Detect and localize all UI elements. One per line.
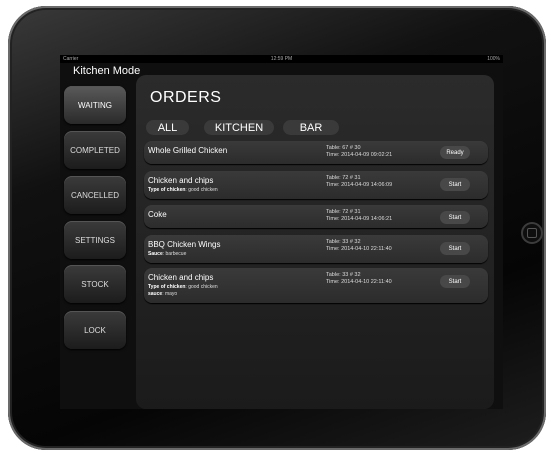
option-value: : mayo — [162, 291, 178, 297]
option-value: : good chicken — [185, 284, 218, 290]
sidebar-item-stock[interactable]: STOCK — [64, 265, 126, 303]
order-item-name: Chicken and chips — [148, 273, 214, 282]
order-meta: Table: 33 # 32 Time: 2014-04-10 22:11:40 — [326, 272, 392, 286]
tab-kitchen[interactable]: KITCHEN — [204, 120, 274, 135]
start-button[interactable]: Start — [440, 178, 470, 191]
order-table: Table: 72 # 31 — [326, 175, 361, 181]
sidebar-item-lock[interactable]: LOCK — [64, 311, 126, 349]
order-time: Time: 2014-04-09 09:02:21 — [326, 152, 393, 158]
option-key: sauce — [148, 291, 163, 297]
page-title: ORDERS — [150, 89, 222, 106]
ready-button[interactable]: Ready — [440, 146, 470, 159]
start-button[interactable]: Start — [440, 242, 470, 255]
order-table: Table: 33 # 32 — [326, 239, 361, 245]
option-key: Sauce — [148, 251, 163, 257]
order-meta: Table: 72 # 31 Time: 2014-04-09 14:06:09 — [326, 175, 392, 189]
sidebar-item-waiting[interactable]: WAITING — [64, 86, 126, 124]
option-key: Type of chicken — [148, 284, 186, 290]
order-row[interactable]: BBQ Chicken Wings Sauce: barbecue Table:… — [144, 235, 488, 263]
order-option: Sauce: barbecue — [148, 251, 186, 257]
order-row[interactable]: Coke Table: 72 # 31 Time: 2014-04-09 14:… — [144, 205, 488, 228]
order-option: sauce: mayo — [148, 291, 177, 297]
sidebar-item-settings[interactable]: SETTINGS — [64, 221, 126, 259]
order-item-name: Whole Grilled Chicken — [148, 146, 228, 155]
order-option: Type of chicken: good chicken — [148, 284, 218, 290]
order-table: Table: 33 # 32 — [326, 272, 361, 278]
order-item-name: Chicken and chips — [148, 176, 214, 185]
option-value: : barbecue — [162, 251, 187, 257]
order-row[interactable]: Chicken and chips Type of chicken: good … — [144, 268, 488, 303]
order-item-name: BBQ Chicken Wings — [148, 240, 221, 249]
order-table: Table: 72 # 31 — [326, 209, 361, 215]
order-meta: Table: 67 # 30 Time: 2014-04-09 09:02:21 — [326, 145, 392, 159]
orders-panel: ORDERS ALL KITCHEN BAR Whole Grilled Chi… — [136, 75, 494, 409]
order-table: Table: 67 # 30 — [326, 145, 361, 151]
order-meta: Table: 72 # 31 Time: 2014-04-09 14:06:21 — [326, 209, 392, 223]
clock: 12:59 PM — [270, 56, 293, 62]
order-option: Type of chicken: good chicken — [148, 187, 218, 193]
battery-indicator: 100% — [487, 56, 500, 62]
tab-bar[interactable]: BAR — [283, 120, 339, 135]
order-time: Time: 2014-04-10 22:11:40 — [326, 279, 392, 285]
sidebar: WAITING COMPLETED CANCELLED SETTINGS STO… — [60, 75, 133, 409]
option-value: : good chicken — [185, 187, 218, 193]
sidebar-item-cancelled[interactable]: CANCELLED — [64, 176, 126, 214]
option-key: Type of chicken — [148, 187, 186, 193]
order-time: Time: 2014-04-09 14:06:21 — [326, 216, 393, 222]
start-button[interactable]: Start — [440, 211, 470, 224]
sidebar-item-completed[interactable]: COMPLETED — [64, 131, 126, 169]
app-screen: Carrier 12:59 PM 100% Kitchen Mode WAITI… — [60, 55, 503, 409]
order-time: Time: 2014-04-10 22:11:40 — [326, 246, 392, 252]
order-time: Time: 2014-04-09 14:06:09 — [326, 182, 393, 188]
order-meta: Table: 33 # 32 Time: 2014-04-10 22:11:40 — [326, 239, 392, 253]
start-button[interactable]: Start — [440, 275, 470, 288]
order-row[interactable]: Whole Grilled Chicken Table: 67 # 30 Tim… — [144, 141, 488, 164]
home-button[interactable] — [521, 222, 543, 244]
order-item-name: Coke — [148, 210, 167, 219]
tab-all[interactable]: ALL — [146, 120, 189, 135]
order-row[interactable]: Chicken and chips Type of chicken: good … — [144, 171, 488, 199]
status-bar: Carrier 12:59 PM 100% — [60, 55, 503, 63]
